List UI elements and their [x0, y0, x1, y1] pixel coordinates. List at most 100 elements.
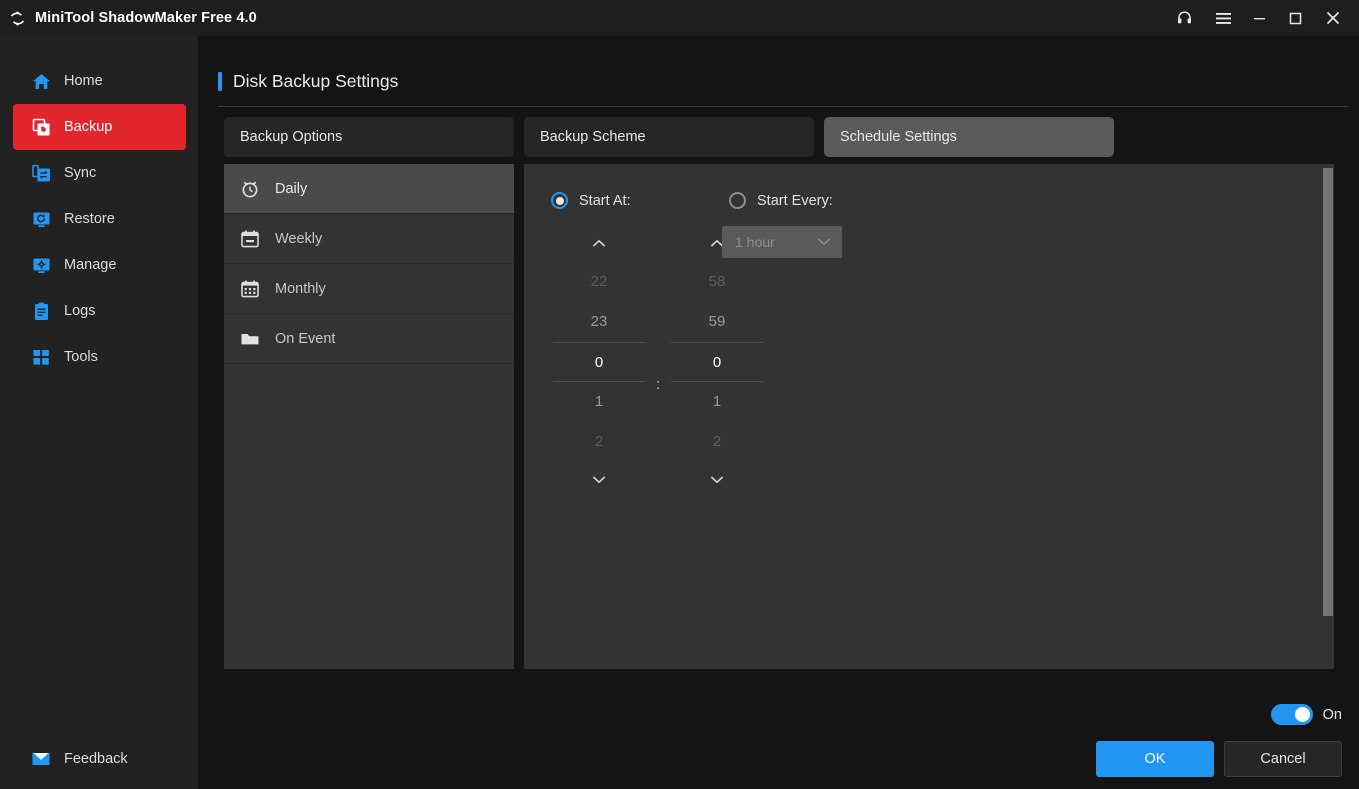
- sidebar-item-label: Logs: [64, 303, 96, 319]
- home-icon: [31, 71, 51, 91]
- chevron-down-icon: [710, 471, 724, 489]
- radio-start-every-label: Start Every:: [757, 192, 833, 209]
- interval-select[interactable]: 1 hour: [722, 226, 842, 258]
- manage-gear-monitor-icon: [31, 255, 51, 275]
- chevron-down-icon: [817, 233, 831, 251]
- radio-start-every[interactable]: Start Every:: [729, 192, 833, 209]
- minute-values: 58 59 0 1 2: [671, 262, 763, 462]
- cancel-button[interactable]: Cancel: [1224, 741, 1342, 777]
- headset-icon: [1177, 11, 1192, 25]
- toggle-knob: [1294, 707, 1310, 722]
- hour-value[interactable]: 22: [553, 262, 645, 302]
- sidebar-item-label: Restore: [64, 211, 115, 227]
- hour-value[interactable]: 1: [553, 382, 645, 422]
- chevron-down-icon: [592, 471, 606, 489]
- accent-bar: [218, 72, 222, 91]
- hour-increment-button[interactable]: [549, 226, 649, 262]
- menu-button[interactable]: [1205, 0, 1241, 36]
- radio-mark-selected: [551, 192, 568, 209]
- minute-column: 58 59 0 1 2: [667, 226, 767, 498]
- detail-scrollbar-thumb[interactable]: [1323, 168, 1333, 616]
- hour-value[interactable]: 2: [553, 422, 645, 462]
- sidebar-item-restore[interactable]: Restore: [13, 196, 186, 242]
- minute-value[interactable]: 2: [671, 422, 763, 462]
- schedule-enable-toggle-wrap: On: [1270, 704, 1342, 725]
- hour-decrement-button[interactable]: [549, 462, 649, 498]
- toggle-state-label: On: [1322, 706, 1342, 723]
- tools-grid-icon: [31, 347, 51, 367]
- settings-tabs: Backup Options Backup Scheme Schedule Se…: [224, 117, 1114, 157]
- calendar-grid-icon: [239, 278, 261, 300]
- sidebar-item-logs[interactable]: Logs: [13, 288, 186, 334]
- ok-button[interactable]: OK: [1096, 741, 1214, 777]
- schedule-item-monthly[interactable]: Monthly: [224, 264, 514, 314]
- sidebar-nav: Home Backup Sync Restore Manage Logs Too…: [0, 58, 199, 380]
- sidebar-item-tools[interactable]: Tools: [13, 334, 186, 380]
- schedule-enable-toggle[interactable]: [1270, 704, 1313, 725]
- restore-icon: [31, 209, 51, 229]
- hour-value-selected[interactable]: 0: [553, 342, 645, 382]
- schedule-item-daily[interactable]: Daily: [224, 164, 514, 214]
- backup-icon: [31, 117, 51, 137]
- schedule-type-list: Daily Weekly Monthly On Event: [224, 164, 514, 669]
- page-header: Disk Backup Settings: [218, 71, 1348, 107]
- sidebar-item-label: Sync: [64, 165, 97, 181]
- chevron-up-icon: [592, 235, 606, 253]
- radio-start-at-label: Start At:: [579, 192, 631, 209]
- schedule-item-label: Daily: [275, 180, 308, 197]
- minute-value[interactable]: 58: [671, 262, 763, 302]
- radio-mark-unselected: [729, 192, 746, 209]
- tab-label: Schedule Settings: [840, 129, 957, 145]
- tab-schedule-settings[interactable]: Schedule Settings: [824, 117, 1114, 157]
- settings-panels: Daily Weekly Monthly On Event Start At: …: [224, 164, 1334, 669]
- tab-label: Backup Options: [240, 129, 343, 145]
- minute-value[interactable]: 1: [671, 382, 763, 422]
- radio-dot: [555, 196, 564, 205]
- logs-clipboard-icon: [31, 301, 51, 321]
- schedule-item-on-event[interactable]: On Event: [224, 314, 514, 364]
- feedback-label: Feedback: [64, 751, 128, 767]
- calendar-icon: [239, 228, 261, 250]
- feedback-button[interactable]: Feedback: [13, 739, 186, 779]
- support-headset-button[interactable]: [1166, 0, 1202, 36]
- schedule-detail-panel: Start At: Start Every: 22 23 0 1 2: 58 …: [524, 164, 1334, 669]
- window-controls: [1166, 0, 1359, 36]
- hamburger-menu-icon: [1215, 12, 1231, 25]
- sidebar-item-manage[interactable]: Manage: [13, 242, 186, 288]
- hour-value[interactable]: 23: [553, 302, 645, 342]
- main-content: Disk Backup Settings Backup Options Back…: [200, 36, 1359, 789]
- folder-icon: [239, 328, 261, 350]
- minimize-button[interactable]: [1241, 0, 1277, 36]
- title-bar-left: MiniTool ShadowMaker Free 4.0: [0, 10, 257, 27]
- dialog-buttons: OK Cancel: [1096, 741, 1342, 777]
- title-bar: MiniTool ShadowMaker Free 4.0: [0, 0, 1359, 36]
- interval-select-value: 1 hour: [735, 234, 775, 250]
- sidebar-item-label: Home: [64, 73, 103, 89]
- tab-label: Backup Scheme: [540, 129, 646, 145]
- schedule-item-label: Monthly: [275, 280, 326, 297]
- schedule-item-weekly[interactable]: Weekly: [224, 214, 514, 264]
- header-divider: [218, 106, 1348, 107]
- alarm-clock-icon: [239, 178, 261, 200]
- close-button[interactable]: [1313, 0, 1353, 36]
- time-picker: 22 23 0 1 2 : 58 59 0 1 2: [549, 226, 767, 498]
- maximize-button[interactable]: [1277, 0, 1313, 36]
- sync-arrows-icon: [9, 10, 26, 27]
- maximize-icon: [1289, 12, 1302, 25]
- minute-value[interactable]: 59: [671, 302, 763, 342]
- radio-start-at[interactable]: Start At:: [551, 192, 631, 209]
- sync-icon: [31, 163, 51, 183]
- tab-backup-scheme[interactable]: Backup Scheme: [524, 117, 814, 157]
- time-separator: :: [655, 376, 661, 393]
- sidebar-item-backup[interactable]: Backup: [13, 104, 186, 150]
- minute-decrement-button[interactable]: [667, 462, 767, 498]
- sidebar-item-label: Manage: [64, 257, 117, 273]
- tab-backup-options[interactable]: Backup Options: [224, 117, 514, 157]
- schedule-item-label: Weekly: [275, 230, 323, 247]
- sidebar-item-home[interactable]: Home: [13, 58, 186, 104]
- minute-value-selected[interactable]: 0: [671, 342, 763, 382]
- sidebar-item-sync[interactable]: Sync: [13, 150, 186, 196]
- detail-scrollbar-track[interactable]: [1322, 164, 1334, 669]
- sidebar: Home Backup Sync Restore Manage Logs Too…: [0, 36, 199, 789]
- app-title: MiniTool ShadowMaker Free 4.0: [35, 10, 257, 26]
